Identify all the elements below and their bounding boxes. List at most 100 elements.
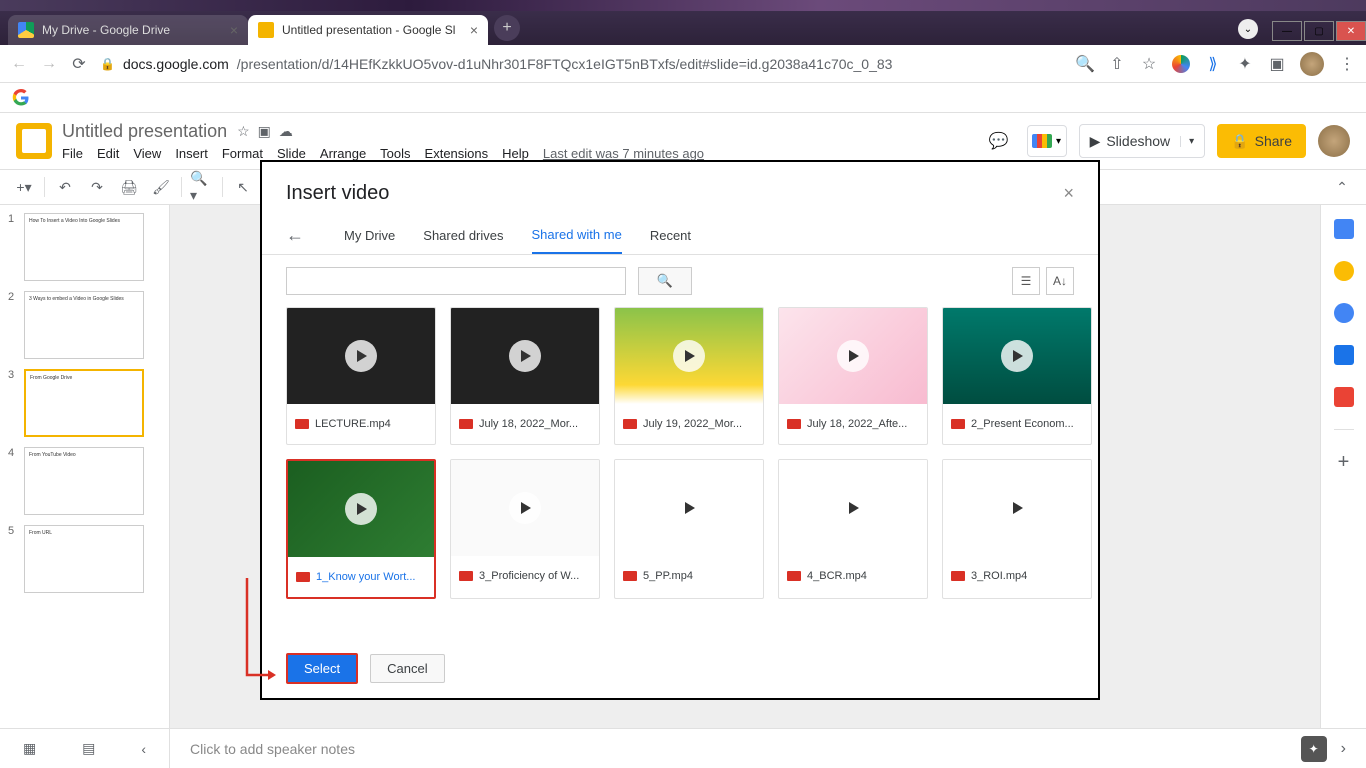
- grid-view-icon[interactable]: ▤: [82, 740, 95, 757]
- video-card[interactable]: July 18, 2022_Afte...: [778, 307, 928, 445]
- tab-shared-with-me[interactable]: Shared with me: [532, 217, 622, 254]
- browser-tab-slides[interactable]: Untitled presentation - Google Sl ×: [248, 15, 488, 45]
- menu-format[interactable]: Format: [222, 146, 263, 161]
- extension-icon-1[interactable]: [1172, 55, 1190, 73]
- window-close-button[interactable]: ✕: [1336, 21, 1366, 41]
- collapse-panel-icon[interactable]: ‹: [141, 741, 146, 757]
- select-button[interactable]: Select: [286, 653, 358, 684]
- slide-thumbnail-5[interactable]: 5 From URL: [8, 525, 161, 593]
- speaker-notes[interactable]: Click to add speaker notes ✦ ›: [0, 728, 1366, 768]
- tabs-dropdown[interactable]: ⌄: [1238, 19, 1258, 39]
- star-icon[interactable]: ☆: [237, 123, 250, 140]
- video-thumbnail: [779, 460, 927, 556]
- menu-edit[interactable]: Edit: [97, 146, 119, 161]
- menu-tools[interactable]: Tools: [380, 146, 410, 161]
- video-card[interactable]: 3_Proficiency of W...: [450, 459, 600, 599]
- url-input[interactable]: 🔒 docs.google.com/presentation/d/14HEfKz…: [100, 56, 1064, 72]
- comments-icon[interactable]: 💬: [983, 125, 1015, 157]
- list-view-icon[interactable]: ☰: [1012, 267, 1040, 295]
- back-button[interactable]: ←: [10, 55, 28, 73]
- video-card[interactable]: 3_ROI.mp4: [942, 459, 1092, 599]
- select-tool[interactable]: ↖: [231, 175, 255, 199]
- video-card[interactable]: 5_PP.mp4: [614, 459, 764, 599]
- document-title[interactable]: Untitled presentation: [62, 121, 227, 142]
- video-card[interactable]: LECTURE.mp4: [286, 307, 436, 445]
- video-card[interactable]: July 19, 2022_Mor...: [614, 307, 764, 445]
- browser-tab-drive[interactable]: My Drive - Google Drive ×: [8, 15, 248, 45]
- video-card[interactable]: 4_BCR.mp4: [778, 459, 928, 599]
- redo-button[interactable]: ↷: [85, 175, 109, 199]
- print-button[interactable]: 🖨: [117, 175, 141, 199]
- video-card[interactable]: 2_Present Econom...: [942, 307, 1092, 445]
- paint-format-button[interactable]: 🖌: [149, 175, 173, 199]
- zoom-button[interactable]: 🔍▾: [190, 175, 214, 199]
- chevron-down-icon[interactable]: ▾: [1180, 136, 1194, 147]
- kebab-menu-icon[interactable]: ⋮: [1338, 55, 1356, 73]
- menu-arrange[interactable]: Arrange: [320, 146, 366, 161]
- share-url-icon[interactable]: ⇧: [1108, 55, 1126, 73]
- cloud-icon[interactable]: ☁: [279, 123, 293, 140]
- video-card[interactable]: July 18, 2022_Mor...: [450, 307, 600, 445]
- play-icon: [509, 492, 541, 524]
- keep-icon[interactable]: [1334, 261, 1354, 281]
- tasks-icon[interactable]: [1334, 303, 1354, 323]
- menu-view[interactable]: View: [133, 146, 161, 161]
- modal-title: Insert video: [286, 182, 389, 205]
- menu-help[interactable]: Help: [502, 146, 529, 161]
- search-input[interactable]: [286, 267, 626, 295]
- slide-thumbnail-3[interactable]: 3 From Google Drive: [8, 369, 161, 437]
- video-file-icon: [787, 571, 801, 581]
- user-avatar[interactable]: [1318, 125, 1350, 157]
- tab-shared-drives[interactable]: Shared drives: [423, 218, 503, 253]
- slide-thumbnail-4[interactable]: 4 From YouTube Video: [8, 447, 161, 515]
- video-label: July 19, 2022_Mor...: [615, 404, 763, 444]
- cancel-button[interactable]: Cancel: [370, 654, 444, 683]
- menu-file[interactable]: File: [62, 146, 83, 161]
- maps-icon[interactable]: [1334, 387, 1354, 407]
- new-slide-button[interactable]: +▾: [12, 175, 36, 199]
- menu-insert[interactable]: Insert: [175, 146, 208, 161]
- close-icon[interactable]: ×: [230, 22, 238, 38]
- extensions-icon[interactable]: ✦: [1236, 55, 1254, 73]
- reload-button[interactable]: ⟳: [70, 55, 88, 73]
- zoom-icon[interactable]: 🔍: [1076, 55, 1094, 73]
- google-logo-icon[interactable]: [12, 89, 30, 107]
- video-card[interactable]: 1_Know your Wort...: [286, 459, 436, 599]
- slide-thumbnail-1[interactable]: 1 How To Insert a Video Into Google Slid…: [8, 213, 161, 281]
- filmstrip-view-icon[interactable]: ▦: [23, 740, 36, 757]
- video-thumbnail: [451, 308, 599, 404]
- meet-button[interactable]: ▾: [1027, 125, 1067, 157]
- sidepanel-icon[interactable]: ▣: [1268, 55, 1286, 73]
- modal-close-button[interactable]: ×: [1063, 183, 1074, 204]
- sort-icon[interactable]: A↓: [1046, 267, 1074, 295]
- profile-avatar[interactable]: [1300, 52, 1324, 76]
- calendar-icon[interactable]: [1334, 219, 1354, 239]
- address-bar: ← → ⟳ 🔒 docs.google.com/presentation/d/1…: [0, 45, 1366, 83]
- contacts-icon[interactable]: [1334, 345, 1354, 365]
- slide-thumbnail-2[interactable]: 2 3 Ways to embed a Video in Google Slid…: [8, 291, 161, 359]
- tab-recent[interactable]: Recent: [650, 218, 691, 253]
- undo-button[interactable]: ↶: [53, 175, 77, 199]
- back-arrow-icon[interactable]: ←: [286, 225, 304, 246]
- add-icon[interactable]: +: [1334, 452, 1354, 472]
- maximize-button[interactable]: ▢: [1304, 21, 1334, 41]
- move-icon[interactable]: ▣: [258, 123, 271, 140]
- slides-logo-icon[interactable]: [16, 123, 52, 159]
- close-icon[interactable]: ×: [470, 22, 478, 38]
- last-edit-info[interactable]: Last edit was 7 minutes ago: [543, 146, 704, 161]
- forward-button[interactable]: →: [40, 55, 58, 73]
- menu-extensions[interactable]: Extensions: [425, 146, 489, 161]
- slideshow-button[interactable]: ▶ Slideshow ▾: [1079, 124, 1206, 158]
- explore-button[interactable]: ✦: [1301, 736, 1327, 762]
- expand-panel-icon[interactable]: ›: [1341, 740, 1346, 758]
- minimize-button[interactable]: —: [1272, 21, 1302, 41]
- new-tab-button[interactable]: +: [494, 15, 520, 41]
- bookmark-star-icon[interactable]: ☆: [1140, 55, 1158, 73]
- search-button[interactable]: 🔍: [638, 267, 692, 295]
- slide-panel[interactable]: 1 How To Insert a Video Into Google Slid…: [0, 205, 170, 728]
- cast-icon[interactable]: ⟫: [1204, 55, 1222, 73]
- collapse-icon[interactable]: ⌃: [1330, 175, 1354, 199]
- share-button[interactable]: 🔒 Share: [1217, 124, 1306, 158]
- menu-slide[interactable]: Slide: [277, 146, 306, 161]
- tab-my-drive[interactable]: My Drive: [344, 218, 395, 253]
